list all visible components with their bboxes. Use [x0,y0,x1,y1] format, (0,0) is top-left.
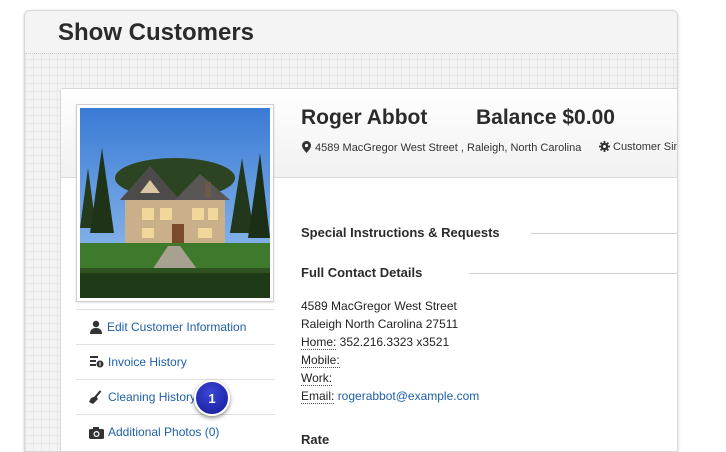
customer-panel: Roger Abbot Balance $0.00 4589 MacGregor… [60,88,677,451]
customer-since: Customer Since [599,141,677,153]
contact-email-row: Email: rogerabbot@example.com [301,387,479,405]
customer-sidebar-nav: Edit Customer Information Invoice Histor… [76,309,275,449]
gear-icon [599,141,610,152]
full-contact-heading: Full Contact Details [301,265,423,280]
invoice-icon [90,356,104,368]
contact-details: 4589 MacGregor West Street Raleigh North… [301,297,479,405]
page-header: Show Customers [25,11,677,54]
customer-balance: Balance $0.00 [476,106,615,129]
work-label: Work: [301,371,333,386]
customer-address-text: 4589 MacGregor West Street , Raleigh, No… [315,142,582,154]
sidebar-item-invoice-history[interactable]: Invoice History [76,344,275,379]
sidebar-item-cleaning-history[interactable]: Cleaning History [76,379,275,414]
customer-since-label: Customer Since [613,141,677,153]
map-pin-icon [302,141,311,153]
customer-photo [76,104,274,302]
user-icon [90,320,102,334]
contact-city-line: Raleigh North Carolina 27511 [301,317,459,331]
page-title: Show Customers [58,19,255,46]
sidebar-item-label: Edit Customer Information [107,320,247,334]
contact-work-row: Work: [301,369,479,387]
home-label: Home: [301,335,337,350]
customer-address: 4589 MacGregor West Street , Raleigh, No… [302,141,581,154]
customer-name: Roger Abbot [301,106,428,129]
rate-heading: Rate [301,432,330,447]
email-label: Email: [301,389,335,404]
sidebar-item-edit-customer[interactable]: Edit Customer Information [76,309,275,344]
home-phone: 352.216.3323 x3521 [336,335,450,349]
sidebar-item-label: Cleaning History [108,390,197,404]
mobile-label: Mobile: [301,353,340,368]
email-link[interactable]: rogerabbot@example.com [338,389,480,403]
full-contact-divider [469,273,677,274]
contact-mobile-row: Mobile: [301,351,479,369]
contact-home-row: Home: 352.216.3323 x3521 [301,333,479,351]
sidebar-item-label: Additional Photos (0) [108,425,220,439]
app-window: Show Customers Roger Abbot Balance $0.00… [24,10,678,452]
sidebar-item-label: Invoice History [108,355,187,369]
house-photo-image [80,108,270,298]
contact-street: 4589 MacGregor West Street [301,299,457,313]
step-callout-badge: 1 [194,380,230,416]
sidebar-item-additional-photos[interactable]: Additional Photos (0) [76,414,275,449]
broom-icon [89,390,102,404]
camera-icon [89,426,104,439]
special-instructions-heading: Special Instructions & Requests [301,225,500,240]
special-instructions-divider [531,233,677,234]
